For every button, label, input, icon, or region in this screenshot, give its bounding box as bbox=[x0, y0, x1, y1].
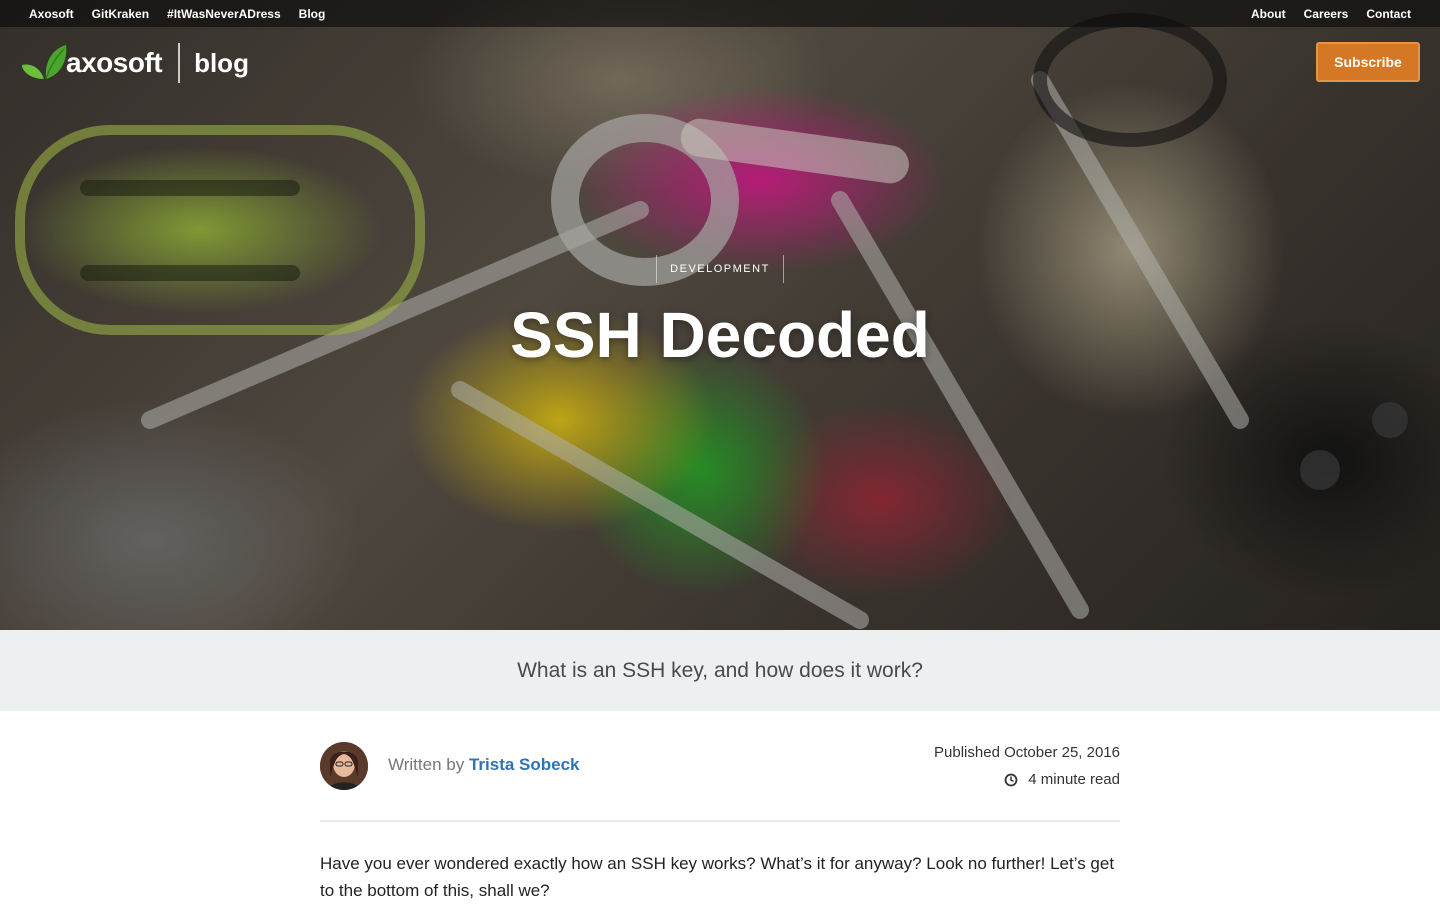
post-meta: Written by Trista Sobeck Published Octob… bbox=[320, 738, 1120, 822]
page-title: SSH Decoded bbox=[510, 299, 930, 371]
article-intro: Have you ever wondered exactly how an SS… bbox=[320, 854, 1115, 900]
author-byline: Written by Trista Sobeck bbox=[388, 755, 580, 775]
nav-link-blog[interactable]: Blog bbox=[299, 7, 326, 21]
avatar[interactable] bbox=[320, 742, 368, 790]
read-time: 4 minute read bbox=[1004, 771, 1120, 788]
author-photo bbox=[320, 742, 368, 790]
nav-link-about[interactable]: About bbox=[1251, 7, 1286, 21]
nav-link-contact[interactable]: Contact bbox=[1366, 7, 1411, 21]
top-navigation-bar: Axosoft GitKraken #ItWasNeverADress Blog… bbox=[0, 0, 1440, 27]
nav-link-gitkraken[interactable]: GitKraken bbox=[92, 7, 149, 21]
clock-icon bbox=[1004, 773, 1018, 786]
logo-divider bbox=[178, 43, 181, 83]
post-subtitle: What is an SSH key, and how does it work… bbox=[517, 658, 923, 682]
subscribe-button[interactable]: Subscribe bbox=[1316, 42, 1420, 82]
top-nav-left: Axosoft GitKraken #ItWasNeverADress Blog bbox=[29, 0, 343, 27]
nav-link-careers[interactable]: Careers bbox=[1304, 7, 1349, 21]
hero-banner: Axosoft GitKraken #ItWasNeverADress Blog… bbox=[0, 0, 1440, 630]
read-time-text: 4 minute read bbox=[1028, 771, 1120, 788]
logo-brand-text: axosoft bbox=[66, 47, 163, 78]
logo-section-text: blog bbox=[194, 47, 249, 78]
leaf-icon bbox=[22, 45, 67, 80]
nav-link-axosoft[interactable]: Axosoft bbox=[29, 7, 74, 21]
site-logo[interactable]: axosoft blog bbox=[20, 43, 249, 83]
published-date: Published October 25, 2016 bbox=[934, 744, 1120, 761]
top-nav-right: About Careers Contact bbox=[1233, 0, 1411, 27]
category-tag[interactable]: DEVELOPMENT bbox=[656, 255, 784, 283]
nav-link-itwasneveradress[interactable]: #ItWasNeverADress bbox=[167, 7, 281, 21]
byline-label: Written by bbox=[388, 755, 465, 774]
subtitle-band: What is an SSH key, and how does it work… bbox=[0, 630, 1440, 711]
author-link[interactable]: Trista Sobeck bbox=[469, 755, 580, 774]
